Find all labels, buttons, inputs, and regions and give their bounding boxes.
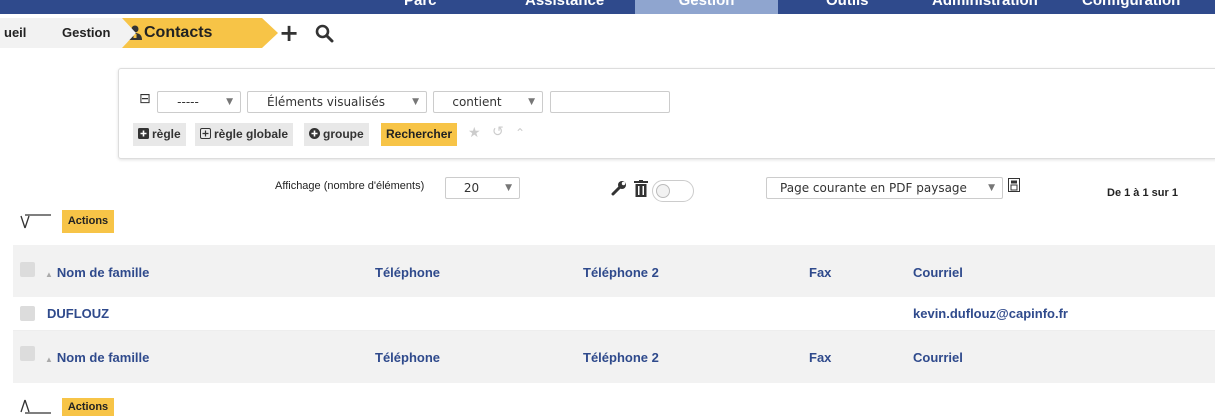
remove-criterion-icon[interactable]: ⊟ xyxy=(139,91,151,107)
chevron-down-icon: ▼ xyxy=(412,97,419,107)
sort-asc-icon: ▲ xyxy=(45,355,53,364)
criterion-link-select[interactable]: ----- ▼ xyxy=(157,91,241,113)
menu-tab-outils[interactable]: Outils xyxy=(826,0,869,14)
menu-tab-administration[interactable]: Administration xyxy=(932,0,1038,14)
contacts-table: ▲ Nom de famille Téléphone Téléphone 2 Fa… xyxy=(13,245,1215,383)
pagination-info: De 1 à 1 sur 1 xyxy=(1107,187,1178,199)
footer-column-fax[interactable]: Fax xyxy=(809,350,831,365)
select-all-checkbox[interactable] xyxy=(20,262,35,277)
display-count-label: Affichage (nombre d'éléments) xyxy=(275,180,425,192)
wrench-icon[interactable] xyxy=(611,180,627,196)
row-checkbox[interactable] xyxy=(20,306,35,321)
export-file-icon[interactable] xyxy=(1008,178,1020,192)
column-fax[interactable]: Fax xyxy=(809,265,831,280)
column-telephone-2[interactable]: Téléphone 2 xyxy=(583,265,659,280)
add-icon[interactable]: + xyxy=(279,18,299,48)
add-global-rule-button[interactable]: règle globale xyxy=(195,123,294,146)
add-rule-button[interactable]: règle xyxy=(133,123,186,146)
breadcrumb-separator xyxy=(122,18,136,48)
reset-icon[interactable]: ↺ xyxy=(492,124,504,140)
actions-button-top[interactable]: Actions xyxy=(62,210,114,233)
search-icon[interactable] xyxy=(315,24,334,43)
plus-square-outline-icon xyxy=(200,128,211,139)
select-arrow-up-icon xyxy=(20,399,51,414)
table-row: DUFLOUZ kevin.duflouz@capinfo.fr xyxy=(13,297,1215,331)
chevron-down-icon: ▼ xyxy=(226,97,233,107)
search-criteria-panel: ⊟ ----- ▼ Éléments visualisés ▼ contient… xyxy=(118,68,1215,159)
trash-icon[interactable] xyxy=(634,180,648,197)
table-footer: ▲ Nom de famille Téléphone Téléphone 2 Fa… xyxy=(13,331,1215,383)
table-header: ▲ Nom de famille Téléphone Téléphone 2 Fa… xyxy=(13,245,1215,297)
menu-tab-gestion[interactable]: Gestion xyxy=(635,0,778,14)
chevron-down-icon: ▼ xyxy=(505,183,512,193)
actions-button-bottom[interactable]: Actions xyxy=(62,398,114,416)
column-nom-de-famille[interactable]: ▲ Nom de famille xyxy=(45,265,149,280)
chevron-down-icon: ▼ xyxy=(528,97,535,107)
breadcrumb-contacts-label: Contacts xyxy=(144,24,213,41)
menu-tab-assistance[interactable]: Assistance xyxy=(525,0,604,14)
main-menu: Parc Assistance Gestion Outils Administr… xyxy=(0,0,1215,14)
footer-column-nom-de-famille[interactable]: ▲ Nom de famille xyxy=(45,350,149,365)
export-format-select[interactable]: Page courante en PDF paysage ▼ xyxy=(766,177,1003,199)
toggle-switch[interactable] xyxy=(652,180,694,202)
criterion-value-input[interactable] xyxy=(550,91,670,113)
plus-circle-icon xyxy=(309,128,320,139)
chevron-down-icon: ▼ xyxy=(988,183,995,193)
criterion-field-select[interactable]: Éléments visualisés ▼ xyxy=(247,91,427,113)
search-button[interactable]: Rechercher xyxy=(381,123,458,146)
column-telephone[interactable]: Téléphone xyxy=(375,265,440,280)
collapse-icon[interactable]: ⌃ xyxy=(515,126,525,140)
menu-tab-configuration[interactable]: Configuration xyxy=(1082,0,1180,14)
criterion-operator-select[interactable]: contient ▼ xyxy=(433,91,543,113)
add-group-button[interactable]: groupe xyxy=(304,123,369,146)
select-arrow-down-icon xyxy=(20,214,51,229)
footer-column-telephone[interactable]: Téléphone xyxy=(375,350,440,365)
footer-column-courriel[interactable]: Courriel xyxy=(913,350,963,365)
breadcrumb-active-arrow xyxy=(262,18,278,48)
contact-email[interactable]: kevin.duflouz@capinfo.fr xyxy=(913,306,1068,321)
plus-square-icon xyxy=(138,128,149,139)
breadcrumb-contacts[interactable]: Contacts xyxy=(122,18,262,48)
select-all-checkbox-footer[interactable] xyxy=(20,346,35,361)
footer-column-telephone-2[interactable]: Téléphone 2 xyxy=(583,350,659,365)
display-count-select[interactable]: 20 ▼ xyxy=(445,177,520,199)
star-icon[interactable]: ★ xyxy=(468,125,481,141)
contact-name-link[interactable]: DUFLOUZ xyxy=(47,306,109,321)
menu-tab-parc[interactable]: Parc xyxy=(404,0,437,14)
sort-asc-icon: ▲ xyxy=(45,270,53,279)
toggle-knob xyxy=(656,184,670,198)
column-courriel[interactable]: Courriel xyxy=(913,265,963,280)
breadcrumb-home[interactable]: ueil xyxy=(0,18,40,48)
